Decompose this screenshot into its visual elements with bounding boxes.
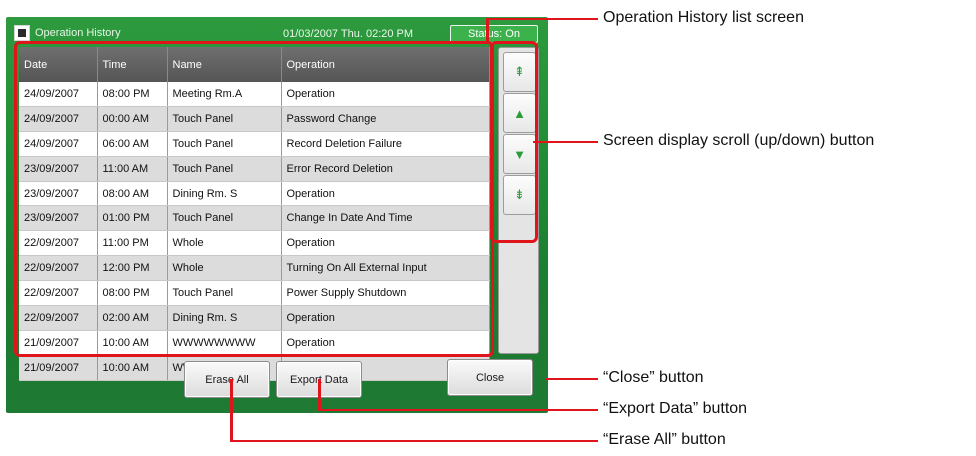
callout-close-button: “Close” button (603, 369, 704, 386)
leader-line (230, 440, 598, 442)
window-icon (14, 25, 30, 41)
erase-all-button[interactable]: Erase All (184, 361, 270, 398)
callout-erase-button: “Erase All” button (603, 431, 726, 448)
screen-title-text: Operation History (35, 27, 121, 39)
leader-line (318, 379, 321, 411)
leader-line (533, 141, 598, 143)
list-screen-highlight (14, 41, 494, 357)
leader-line (486, 18, 489, 44)
cell-time: 10:00 AM (97, 355, 168, 381)
close-button[interactable]: Close (447, 359, 533, 396)
callout-list-screen: Operation History list screen (603, 9, 804, 26)
screen-title: Operation History (14, 24, 121, 42)
cell-date: 21/09/2007 (19, 355, 98, 381)
leader-line (230, 379, 233, 442)
leader-line (318, 409, 598, 411)
leader-line (546, 378, 598, 380)
datetime-display: 01/03/2007 Thu. 02:20 PM (283, 28, 414, 40)
leader-line (486, 18, 598, 20)
callout-scroll-button: Screen display scroll (up/down) button (603, 132, 875, 149)
callout-export-button: “Export Data” button (603, 400, 748, 417)
scroll-button-highlight (490, 41, 538, 243)
figure: Operation History 01/03/2007 Thu. 02:20 … (0, 0, 976, 456)
